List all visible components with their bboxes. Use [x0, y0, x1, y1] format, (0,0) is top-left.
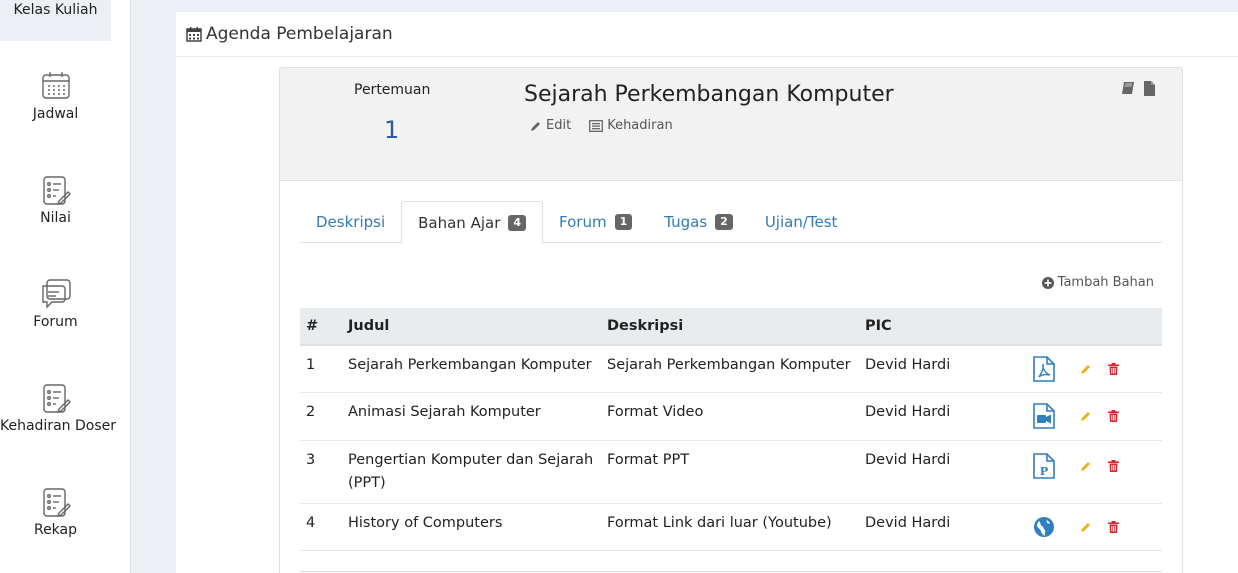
- tab-forum[interactable]: Forum 1: [543, 201, 648, 243]
- cell-deskripsi: Format PPT: [601, 440, 859, 504]
- tab-label: Bahan Ajar: [418, 213, 501, 232]
- ppt-file-icon[interactable]: P: [1032, 452, 1056, 479]
- sidebar-item-label: Kehadiran Doser: [0, 418, 116, 434]
- sidebar-item-rekap[interactable]: Rekap: [0, 486, 111, 538]
- panel-header: Agenda Pembelajaran: [176, 12, 1238, 57]
- session-header: Pertemuan 1 Sejarah Perkembangan Kompute…: [280, 68, 1182, 181]
- trash-icon[interactable]: [1108, 459, 1119, 472]
- sidebar-item-kehadiran-doser[interactable]: Kehadiran Doser: [0, 382, 116, 434]
- sidebar-item-kelas-kuliah[interactable]: Kelas Kuliah: [0, 0, 111, 41]
- cell-judul: Pengertian Komputer dan Sejarah (PPT): [342, 440, 601, 504]
- chat-icon: [41, 279, 71, 309]
- sidebar-item-label: Nilai: [40, 210, 71, 226]
- table-bottom-divider: [300, 571, 1162, 572]
- tab-tugas[interactable]: Tugas 2: [648, 201, 749, 243]
- cell-actions: [1024, 392, 1162, 441]
- pertemuan-number: 1: [384, 116, 400, 144]
- count-badge: 1: [614, 214, 633, 230]
- materials-table: # Judul Deskripsi PIC 1 Sejarah Perkemba…: [300, 308, 1162, 551]
- cell-deskripsi: Sejarah Perkembangan Komputer: [601, 345, 859, 393]
- session-card: Pertemuan 1 Sejarah Perkembangan Kompute…: [279, 67, 1183, 573]
- sidebar-item-jadwal[interactable]: Jadwal: [0, 70, 111, 122]
- checklist-icon: [42, 384, 71, 414]
- calendar-icon: [41, 72, 70, 99]
- sidebar-item-label: Rekap: [33, 522, 78, 538]
- count-badge: 2: [715, 214, 733, 230]
- cell-deskripsi: Format Video: [601, 392, 859, 441]
- cell-actions: [1024, 503, 1162, 551]
- cell-judul: Sejarah Perkembangan Komputer: [342, 345, 601, 393]
- panel-title: Agenda Pembelajaran: [206, 24, 393, 44]
- sidebar-item-forum[interactable]: Forum: [0, 278, 111, 330]
- sidebar: Kelas Kuliah Jadwal Nilai Forum Kehadira…: [0, 0, 131, 573]
- svg-text:P: P: [1040, 465, 1048, 478]
- cell-number: 1: [300, 345, 342, 393]
- tab-label: Deskripsi: [316, 213, 386, 231]
- edit-link[interactable]: Edit: [530, 118, 571, 133]
- cell-pic: Devid Hardi: [859, 503, 1024, 551]
- table-row: 3 Pengertian Komputer dan Sejarah (PPT) …: [300, 440, 1162, 504]
- cell-pic: Devid Hardi: [859, 392, 1024, 441]
- list-alt-icon: [589, 119, 604, 132]
- pertemuan-label: Pertemuan: [354, 82, 431, 98]
- pencil-icon[interactable]: [1080, 521, 1092, 533]
- tab-label: Forum: [559, 213, 607, 231]
- add-material-label: Tambah Bahan: [1057, 275, 1154, 290]
- sidebar-item-label: Kelas Kuliah: [13, 2, 98, 18]
- tab-deskripsi[interactable]: Deskripsi: [300, 201, 401, 243]
- cell-actions: [1024, 345, 1162, 393]
- tab-label: Tugas: [664, 213, 708, 231]
- count-badge: 4: [508, 214, 527, 231]
- pencil-icon[interactable]: [1080, 363, 1092, 375]
- cell-pic: Devid Hardi: [859, 345, 1024, 393]
- plus-circle-icon: [1041, 276, 1054, 289]
- add-material-button[interactable]: Tambah Bahan: [1041, 275, 1154, 290]
- video-file-icon[interactable]: [1032, 403, 1056, 429]
- table-row: 2 Animasi Sejarah Komputer Format Video …: [300, 392, 1162, 441]
- trash-icon[interactable]: [1108, 520, 1119, 533]
- edit-label: Edit: [546, 118, 572, 133]
- tab-ujian-test[interactable]: Ujian/Test: [749, 201, 854, 243]
- column-header-pic: PIC: [859, 308, 1024, 346]
- table-row: 4 History of Computers Format Link dari …: [300, 503, 1162, 551]
- checklist-icon: [42, 176, 71, 206]
- sidebar-item-label: Jadwal: [32, 106, 79, 122]
- sidebar-item-nilai[interactable]: Nilai: [0, 174, 111, 226]
- pencil-icon: [531, 121, 540, 131]
- kehadiran-label: Kehadiran: [607, 118, 673, 133]
- column-header-judul: Judul: [342, 308, 601, 346]
- table-row: 1 Sejarah Perkembangan Komputer Sejarah …: [300, 345, 1162, 393]
- cell-actions: P: [1024, 440, 1162, 504]
- session-title: Sejarah Perkembangan Komputer: [524, 82, 894, 107]
- column-header-deskripsi: Deskripsi: [601, 308, 859, 346]
- cell-number: 4: [300, 503, 342, 551]
- globe-icon[interactable]: [1032, 514, 1056, 540]
- sidebar-item-label: Forum: [33, 314, 78, 330]
- table-header-row: # Judul Deskripsi PIC: [300, 308, 1162, 346]
- kehadiran-link[interactable]: Kehadiran: [589, 118, 673, 133]
- column-header-actions: [1024, 308, 1162, 346]
- calendar-icon: [186, 27, 202, 42]
- tab-label: Ujian/Test: [764, 213, 838, 231]
- book-icon[interactable]: [1121, 81, 1135, 95]
- pencil-icon[interactable]: [1080, 460, 1092, 472]
- trash-icon[interactable]: [1108, 410, 1119, 422]
- file-icon[interactable]: [1143, 81, 1156, 96]
- cell-pic: Devid Hardi: [859, 440, 1024, 504]
- tab-bahan-ajar[interactable]: Bahan Ajar 4: [401, 201, 544, 244]
- cell-judul: Animasi Sejarah Komputer: [342, 392, 601, 441]
- cell-number: 3: [300, 440, 342, 504]
- pdf-file-icon[interactable]: [1032, 355, 1056, 382]
- checklist-icon: [42, 488, 71, 518]
- cell-deskripsi: Format Link dari luar (Youtube): [601, 503, 859, 551]
- tab-bar: Deskripsi Bahan Ajar 4 Forum 1 Tugas 2 U…: [300, 201, 1162, 244]
- column-header-number: #: [300, 308, 342, 346]
- cell-judul: History of Computers: [342, 503, 601, 551]
- cell-number: 2: [300, 392, 342, 441]
- pencil-icon[interactable]: [1080, 410, 1092, 422]
- agenda-panel: Agenda Pembelajaran Pertemuan 1 Sejarah …: [176, 12, 1238, 573]
- trash-icon[interactable]: [1108, 362, 1119, 375]
